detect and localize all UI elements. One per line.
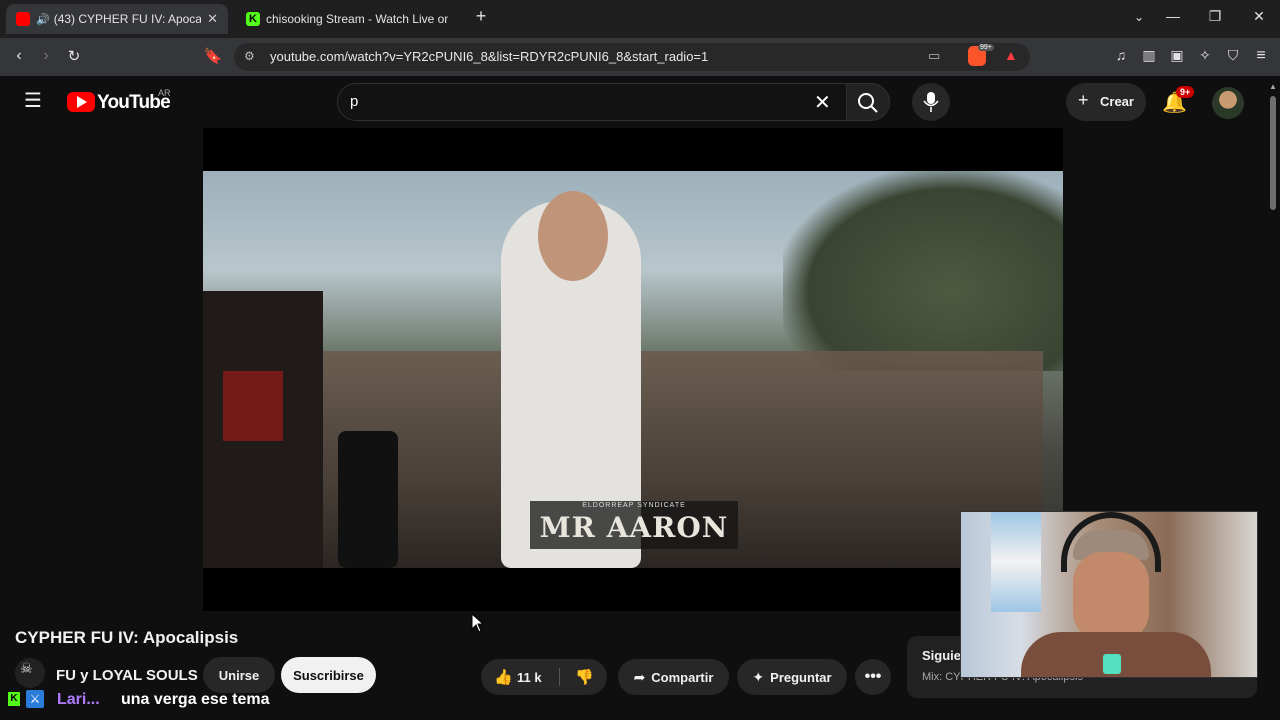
tab-title: chisooking Stream - Watch Live on Kick (266, 12, 448, 26)
like-divider (559, 668, 560, 686)
scroll-up-icon[interactable]: ▲ (1269, 82, 1277, 91)
browser-toolbar: ‹ › ↻ 🔖 ⚙ youtube.com/watch?v=YR2cPUNI6_… (0, 38, 1280, 76)
mouse-cursor-icon (471, 613, 485, 633)
speaker-icon: 🔊 (36, 13, 50, 26)
avatar[interactable] (1212, 87, 1244, 119)
menu-icon[interactable]: ≡ (1250, 47, 1272, 65)
overlay-small-text: ELDORREAP SYNDICATE (582, 502, 686, 509)
window-close-icon[interactable]: ✕ (1244, 8, 1274, 25)
plus-icon: + (1078, 90, 1089, 110)
tab-search-chevron-icon[interactable]: ⌄ (1124, 10, 1154, 24)
shirt-logo-shape (223, 371, 283, 441)
tab-title: (43) CYPHER FU IV: Apocalipsis (53, 12, 202, 26)
address-bar[interactable]: ⚙ youtube.com/watch?v=YR2cPUNI6_8&list=R… (234, 43, 1030, 71)
tab-youtube[interactable]: 🔊 (43) CYPHER FU IV: Apocalipsis ✕ (6, 4, 228, 34)
brave-rewards-icon[interactable]: ▲ (1004, 47, 1018, 63)
lower-third-overlay: ELDORREAP SYNDICATE MR AARON (530, 501, 738, 549)
site-settings-icon[interactable]: ⚙ (244, 49, 255, 63)
tab-close-icon[interactable]: ✕ (207, 11, 218, 27)
vpn-shield-icon[interactable]: ⛉ (1222, 47, 1244, 64)
search-input-value: p (350, 93, 359, 110)
search-input[interactable]: p ✕ (337, 83, 847, 121)
video-player[interactable]: ELDORREAP SYNDICATE MR AARON (203, 128, 1063, 611)
like-count: 11 k (517, 670, 542, 685)
page-scrollbar[interactable]: ▲ (1266, 76, 1280, 720)
ask-label: Preguntar (770, 669, 832, 685)
shields-badge: 99+ (978, 44, 994, 51)
reload-icon[interactable]: ↻ (63, 47, 85, 65)
create-label: Crear (1100, 94, 1134, 109)
rapper-head-shape (538, 191, 608, 281)
flag-shape (991, 512, 1041, 612)
notifications-badge: 9+ (1176, 86, 1195, 98)
cast-icon[interactable]: ▭ (928, 48, 940, 64)
youtube-header: ☰ YouTube AR p ✕ + Crear 🔔 9+ (0, 76, 1266, 128)
guide-menu-icon[interactable]: ☰ (24, 90, 42, 112)
more-horizontal-icon: ••• (864, 668, 882, 685)
youtube-favicon-icon (16, 12, 30, 26)
kick-favicon-icon: K (246, 12, 260, 26)
up-next-label: Siguie (922, 648, 962, 663)
new-tab-plus-icon[interactable]: + (466, 6, 496, 27)
streamer-webcam (960, 511, 1258, 678)
channel-name[interactable]: FU y LOYAL SOULS (56, 667, 198, 684)
channel-logo-icon: ☠ (20, 660, 33, 676)
video-frame: ELDORREAP SYNDICATE MR AARON (203, 171, 1063, 568)
channel-avatar[interactable]: ☠ (15, 658, 45, 688)
share-arrow-icon: ➦ (633, 668, 646, 685)
video-title: CYPHER FU IV: Apocalipsis (15, 628, 239, 647)
minimize-icon[interactable]: — (1158, 8, 1188, 24)
search-button[interactable] (846, 83, 890, 121)
dislike-button[interactable]: 👎 (561, 659, 607, 695)
back-icon[interactable]: ‹ (8, 47, 30, 65)
overlay-name-text: MR AARON (539, 511, 729, 544)
region-code: AR (158, 88, 171, 98)
music-icon[interactable]: ♫ (1110, 47, 1132, 63)
like-dislike-group: 👍 11 k 👎 (481, 659, 607, 695)
sword-badge-icon: ⚔ (26, 690, 44, 708)
streamer-face-shape (1073, 552, 1149, 642)
ask-button[interactable]: ✦ Preguntar (737, 659, 847, 695)
notifications-button[interactable]: 🔔 9+ (1162, 86, 1195, 118)
kick-badge-icon: K (8, 692, 20, 706)
scrollbar-thumb[interactable] (1270, 96, 1276, 210)
youtube-logo-icon[interactable] (67, 92, 95, 112)
thumbs-down-icon: 👎 (575, 669, 594, 686)
play-triangle-icon (77, 96, 87, 108)
chat-username: Lari... (57, 691, 100, 708)
mic-shape (1103, 654, 1121, 674)
restore-icon[interactable]: ❐ (1200, 8, 1230, 25)
leo-ai-icon[interactable]: ✧ (1194, 47, 1216, 64)
tab-kick[interactable]: K chisooking Stream - Watch Live on Kick (236, 4, 458, 34)
sidebar-icon[interactable]: ▥ (1138, 47, 1160, 64)
voice-search-button[interactable] (912, 83, 950, 121)
clear-search-icon[interactable]: ✕ (814, 90, 831, 115)
like-button[interactable]: 👍 11 k (481, 659, 559, 695)
url-text: youtube.com/watch?v=YR2cPUNI6_8&list=RDY… (270, 49, 709, 64)
bookmark-icon[interactable]: 🔖 (202, 47, 224, 65)
thumbs-up-icon: 👍 (494, 669, 513, 686)
forward-icon[interactable]: › (35, 47, 57, 65)
microphone-icon (923, 92, 939, 112)
share-label: Compartir (651, 669, 714, 685)
chat-message: una verga ese tema (121, 691, 270, 708)
trees-shape (783, 171, 1063, 371)
wallet-icon[interactable]: ▣ (1166, 47, 1188, 64)
chat-overlay-line: K ⚔ Lari... una verga ese tema (0, 688, 460, 714)
more-actions-button[interactable]: ••• (855, 659, 891, 695)
share-button[interactable]: ➦ Compartir (618, 659, 729, 695)
can-shape (338, 431, 398, 568)
browser-tab-bar: 🔊 (43) CYPHER FU IV: Apocalipsis ✕ K chi… (0, 0, 1280, 38)
create-button[interactable]: + Crear (1066, 83, 1146, 121)
search-icon (858, 93, 878, 113)
sparkle-icon: ✦ (752, 668, 765, 685)
